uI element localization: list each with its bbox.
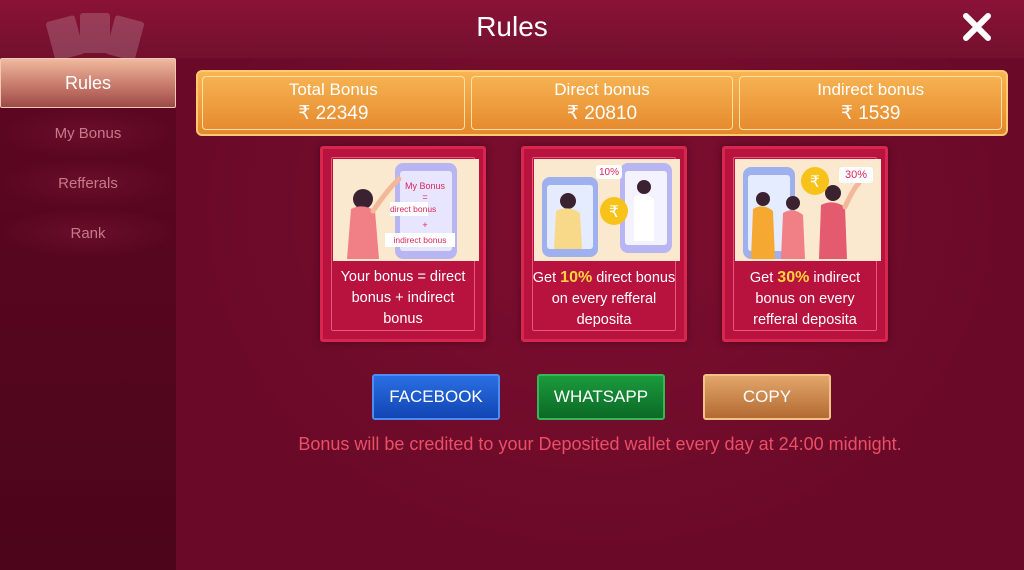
close-button[interactable] bbox=[960, 10, 994, 44]
sidebar: Rules My Bonus Refferals Rank bbox=[0, 58, 176, 570]
sidebar-item-label: Refferals bbox=[58, 174, 118, 192]
card-description: Get 10% direct bonus on every refferal d… bbox=[532, 267, 676, 331]
card-description: Your bonus = direct bonus + indirect bon… bbox=[340, 269, 466, 327]
sidebar-item-label: My Bonus bbox=[54, 124, 122, 142]
total-bonus-label: Total Bonus bbox=[288, 80, 378, 99]
pic-eq-text: = bbox=[422, 192, 428, 202]
rule-card-indirect-bonus: ₹ 30% Get 30% indirect bonus on every re… bbox=[722, 146, 888, 342]
direct-bonus-illustration: ₹ 10% bbox=[534, 159, 680, 261]
rupee-coin-icon: ₹ bbox=[810, 172, 820, 191]
indirect-bonus-value: ₹ 1539 bbox=[840, 103, 901, 124]
sidebar-item-rank[interactable]: Rank bbox=[0, 208, 176, 258]
page-title: Rules bbox=[476, 11, 548, 42]
pic-plus-text: + bbox=[422, 220, 428, 230]
bonus-summary-bar: Total Bonus ₹ 22349 Direct bonus ₹ 20810… bbox=[196, 70, 1008, 136]
card-text-pre: Get bbox=[749, 270, 778, 286]
total-bonus-value: ₹ 22349 bbox=[298, 103, 369, 124]
card-text-pre: Get bbox=[532, 270, 561, 286]
direct-bonus-value: ₹ 20810 bbox=[566, 103, 638, 124]
indirect-bonus-cell: Indirect bonus ₹ 1539 bbox=[739, 76, 1003, 130]
rule-card-bonus-formula: My Bonus = direct bonus + indirect bonus… bbox=[320, 146, 486, 342]
sidebar-item-label: Rules bbox=[64, 72, 112, 93]
sidebar-item-rules[interactable]: Rules bbox=[0, 58, 176, 108]
bonus-credit-note: Bonus will be credited to your Deposited… bbox=[298, 434, 902, 454]
card-text-highlight: 30% bbox=[777, 269, 810, 286]
indirect-bonus-label: Indirect bonus bbox=[817, 80, 925, 99]
pic-indirect-text: indirect bonus bbox=[393, 235, 447, 245]
pic-percent-badge: 10% bbox=[598, 167, 619, 178]
pic-direct-text: direct bonus bbox=[390, 204, 437, 214]
pic-percent-badge: 30% bbox=[844, 169, 868, 181]
card-description: Get 30% indirect bonus on every refferal… bbox=[733, 267, 877, 331]
header-bar: Rules bbox=[0, 0, 1024, 61]
sidebar-item-my-bonus[interactable]: My Bonus bbox=[0, 108, 176, 158]
direct-bonus-label: Direct bonus bbox=[554, 80, 650, 99]
rupee-coin-icon: ₹ bbox=[609, 202, 619, 221]
direct-bonus-cell: Direct bonus ₹ 20810 bbox=[470, 76, 734, 130]
facebook-share-button[interactable]: FACEBOOK bbox=[372, 374, 500, 420]
pic-title-text: My Bonus bbox=[404, 181, 446, 191]
whatsapp-share-button[interactable]: WHATSAPP bbox=[537, 374, 665, 420]
sidebar-item-label: Rank bbox=[70, 224, 106, 242]
indirect-bonus-illustration: ₹ 30% bbox=[735, 159, 881, 261]
copy-link-button[interactable]: COPY bbox=[703, 374, 831, 420]
card-text-highlight: 10% bbox=[560, 269, 593, 286]
rule-card-direct-bonus: ₹ 10% Get 10% direct bonus on every reff… bbox=[521, 146, 687, 342]
close-icon bbox=[963, 13, 991, 41]
main-content: Total Bonus ₹ 22349 Direct bonus ₹ 20810… bbox=[176, 58, 1024, 570]
total-bonus-cell: Total Bonus ₹ 22349 bbox=[202, 76, 465, 130]
bonus-formula-illustration: My Bonus = direct bonus + indirect bonus bbox=[333, 159, 479, 261]
sidebar-item-refferals[interactable]: Refferals bbox=[0, 158, 176, 208]
